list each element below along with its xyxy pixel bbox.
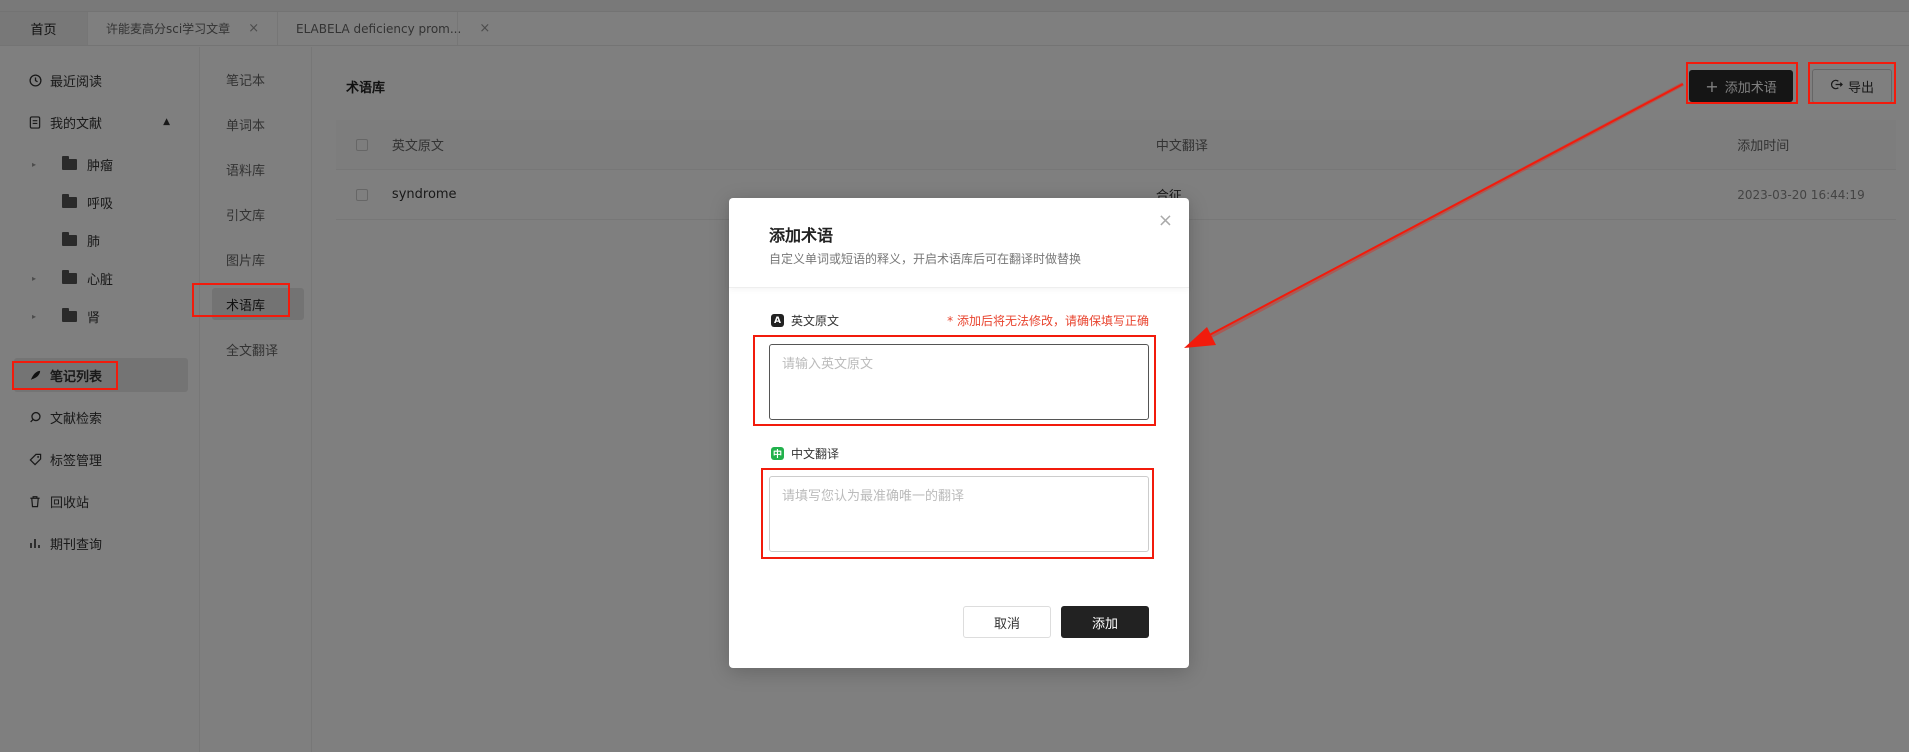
annotation-arrow [1184,82,1684,348]
